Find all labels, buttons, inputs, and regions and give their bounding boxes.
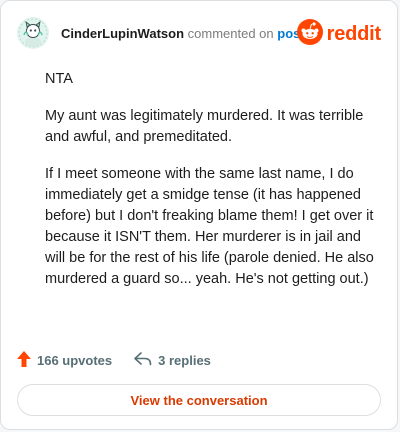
- avatar[interactable]: [17, 17, 49, 49]
- comment-paragraph: NTA: [45, 71, 73, 87]
- view-conversation-button[interactable]: View the conversation: [17, 384, 381, 416]
- comment-paragraph: My aunt was legitimately murdered. It wa…: [45, 108, 364, 145]
- comment-paragraph: If I meet someone with the same last nam…: [45, 166, 374, 287]
- comment-embed-card: CinderLupinWatson commented on post redd: [0, 0, 398, 430]
- comment-body: NTA My aunt was legitimately murdered. I…: [45, 69, 379, 306]
- reddit-snoo-icon: [296, 18, 323, 50]
- comment-header: CinderLupinWatson commented on post redd: [17, 17, 381, 51]
- commented-on-text: commented on: [187, 26, 274, 41]
- upvote-arrow-icon: [17, 350, 31, 370]
- author-line: CinderLupinWatson commented on post: [61, 26, 305, 42]
- reply-arrow-icon: [134, 351, 152, 369]
- reddit-wordmark: reddit: [326, 22, 382, 45]
- upvote-label: 166 upvotes: [37, 352, 113, 368]
- author-name[interactable]: CinderLupinWatson: [61, 26, 184, 41]
- reply-count[interactable]: 3 replies: [134, 351, 211, 369]
- replies-label: 3 replies: [158, 352, 211, 368]
- comment-footer: 166 upvotes 3 replies: [17, 349, 233, 371]
- reddit-logo[interactable]: reddit: [296, 18, 382, 50]
- upvote-count[interactable]: 166 upvotes: [17, 350, 113, 370]
